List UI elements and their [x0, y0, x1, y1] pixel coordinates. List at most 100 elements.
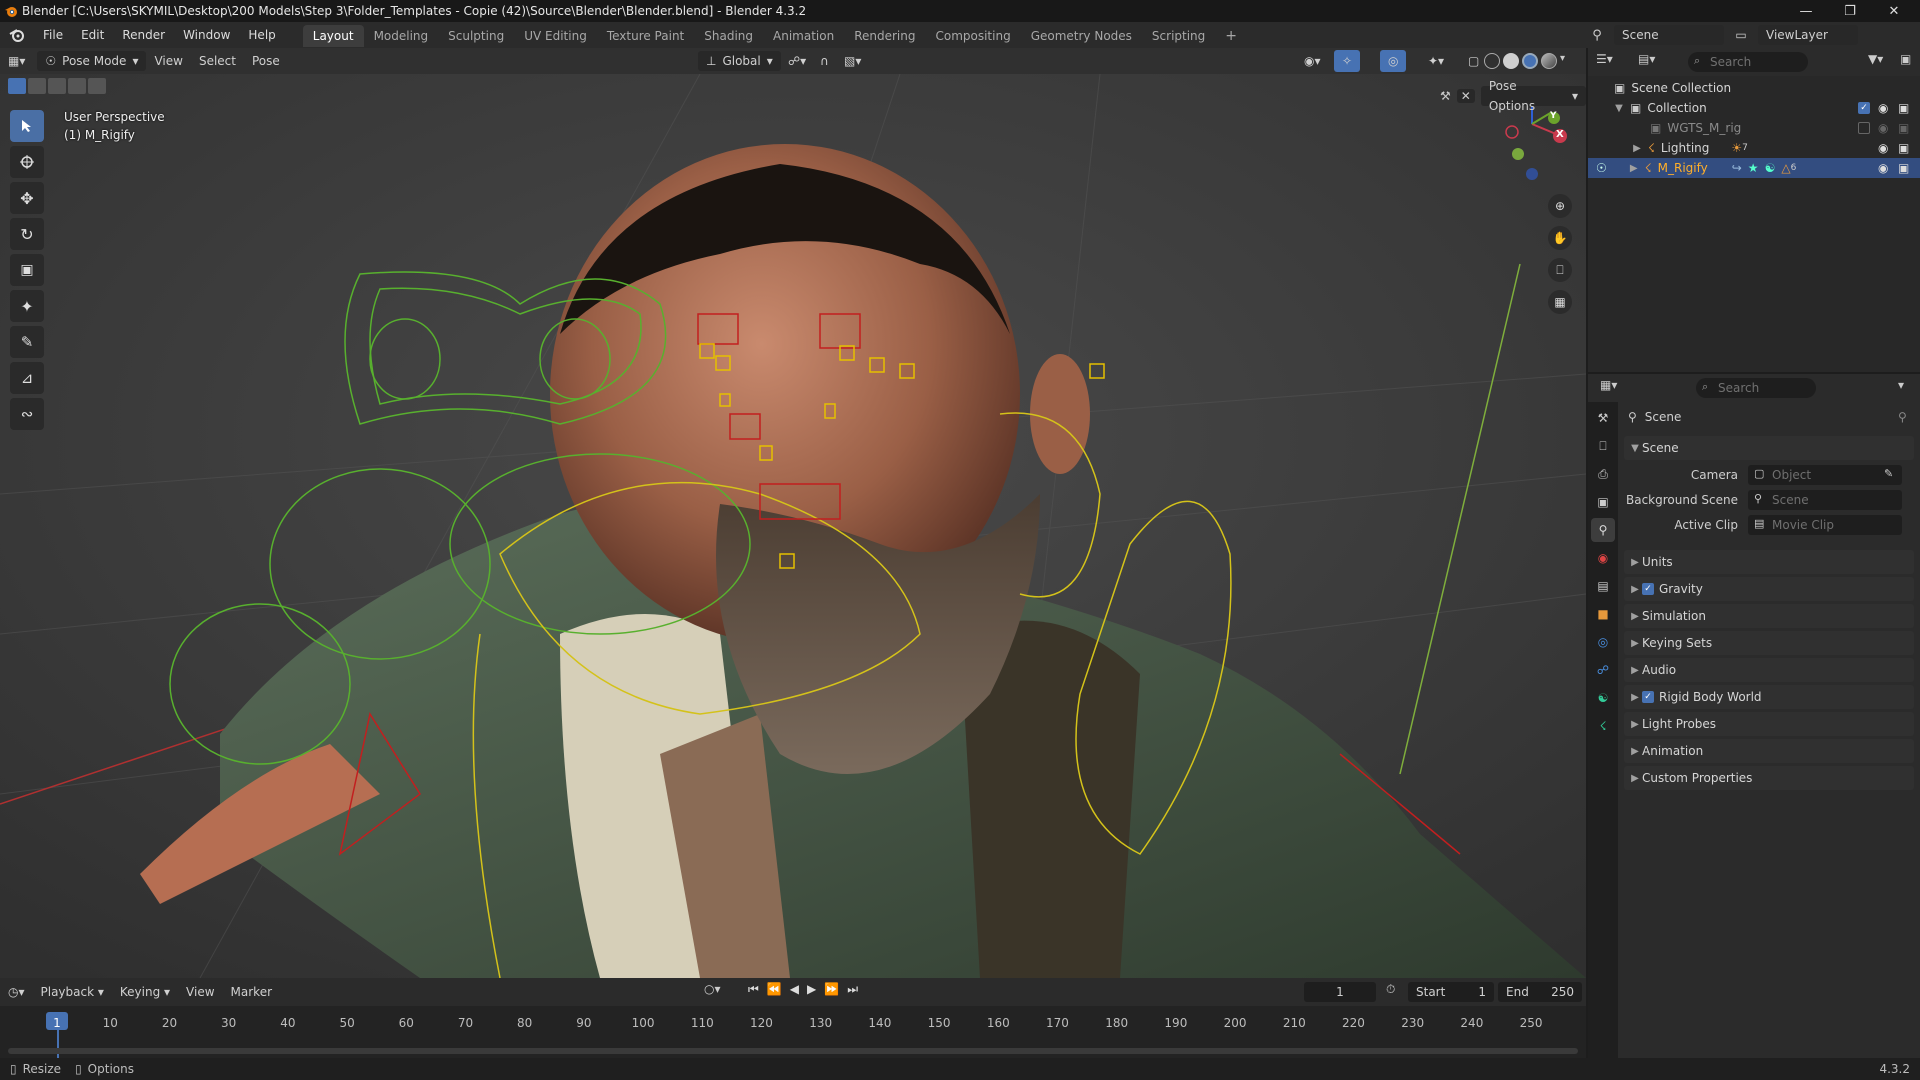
tab-modeling[interactable]: Modeling: [364, 25, 439, 47]
tab-layout[interactable]: Layout: [302, 25, 364, 47]
pose-options-dropdown[interactable]: Pose Options ▾: [1480, 79, 1586, 113]
zoom-icon[interactable]: ⊕: [1548, 194, 1572, 218]
solid-shading-icon[interactable]: [1503, 53, 1519, 69]
properties-editor-icon[interactable]: ▦▾: [1600, 378, 1617, 392]
collection-checkbox[interactable]: ✓: [1858, 102, 1870, 114]
rotate-tool-icon[interactable]: ↻: [10, 218, 44, 250]
select-new-icon[interactable]: [8, 78, 26, 94]
material-shading-icon[interactable]: [1522, 53, 1538, 69]
jump-start-icon[interactable]: ⏮: [748, 982, 759, 997]
chevron-down-icon[interactable]: ▾: [1898, 378, 1904, 392]
tab-animation[interactable]: Animation: [763, 25, 844, 47]
blender-menu-icon[interactable]: [0, 27, 34, 43]
output-tab-icon[interactable]: ⎙: [1591, 462, 1615, 486]
mode-selector[interactable]: ☉ Pose Mode ▾: [37, 51, 147, 71]
panel-light-probes[interactable]: ▶ Light Probes: [1624, 712, 1914, 736]
camera-field[interactable]: Object: [1748, 465, 1902, 485]
tab-texture-paint[interactable]: Texture Paint: [597, 25, 694, 47]
snap-target-icon[interactable]: ▧▾: [836, 50, 869, 72]
end-frame-field[interactable]: End 250: [1498, 982, 1582, 1002]
menu-file[interactable]: File: [34, 22, 72, 48]
timeline-scrollbar[interactable]: [8, 1048, 1578, 1054]
panel-keying-sets[interactable]: ▶ Keying Sets: [1624, 631, 1914, 655]
select-invert-icon[interactable]: [68, 78, 86, 94]
select-intersect-icon[interactable]: [88, 78, 106, 94]
active-clip-field[interactable]: Movie Clip: [1748, 515, 1902, 535]
rendered-shading-icon[interactable]: [1541, 53, 1557, 69]
panel-audio[interactable]: ▶ Audio: [1624, 658, 1914, 682]
measure-tool-icon[interactable]: ⊿: [10, 362, 44, 394]
outliner-row-collection[interactable]: ▼ ▣ Collection ✓ ◉ ▣: [1588, 98, 1920, 118]
camera-icon[interactable]: ▣: [1898, 161, 1909, 175]
panel-custom-properties[interactable]: ▶ Custom Properties: [1624, 766, 1914, 790]
close-icon[interactable]: ✕: [1456, 89, 1475, 103]
scene-tab-icon[interactable]: ⚲: [1591, 518, 1615, 542]
eye-icon[interactable]: ◉: [1878, 161, 1888, 175]
pan-hand-icon[interactable]: ✋: [1548, 226, 1572, 250]
wireframe-shading-icon[interactable]: [1484, 53, 1500, 69]
chevron-down-icon[interactable]: ▾: [1560, 53, 1565, 69]
relax-pose-tool-icon[interactable]: ∾: [10, 398, 44, 430]
pivot-icon[interactable]: ☍▾: [780, 50, 814, 72]
display-mode-icon[interactable]: ▤▾: [1638, 52, 1655, 66]
outliner-editor-icon[interactable]: ☰▾: [1596, 52, 1613, 66]
physics-tab-icon[interactable]: ◎: [1591, 630, 1615, 654]
editor-type-icon[interactable]: ▦▾: [0, 50, 33, 72]
minimize-button[interactable]: —: [1784, 0, 1828, 22]
visibility-icon[interactable]: ◉▾: [1296, 50, 1329, 72]
view-layer-icon[interactable]: ▭: [1730, 28, 1752, 42]
menu-marker[interactable]: Marker: [223, 981, 280, 1003]
tab-uv-editing[interactable]: UV Editing: [514, 25, 597, 47]
tab-compositing[interactable]: Compositing: [925, 25, 1020, 47]
menu-timeline-view[interactable]: View: [178, 981, 222, 1003]
select-subtract-icon[interactable]: [48, 78, 66, 94]
scene-selector[interactable]: Scene: [1614, 25, 1724, 45]
menu-edit[interactable]: Edit: [72, 22, 113, 48]
3d-viewport[interactable]: Z X Y User Perspective (1) M_Rigify ⚒ ✕ …: [0, 74, 1586, 978]
scene-icon[interactable]: ⚲: [1586, 28, 1608, 43]
snap-icon[interactable]: ∩: [812, 50, 837, 72]
filter-icon[interactable]: ▼▾: [1868, 52, 1883, 66]
tab-shading[interactable]: Shading: [694, 25, 763, 47]
menu-keying[interactable]: Keying ▾: [112, 981, 178, 1003]
lock-view-icon[interactable]: ⚒: [1440, 89, 1451, 103]
tab-rendering[interactable]: Rendering: [844, 25, 925, 47]
bone-tab-icon[interactable]: ☇: [1591, 714, 1615, 738]
gravity-checkbox[interactable]: ✓: [1642, 583, 1654, 595]
collection-tab-icon[interactable]: ▤: [1591, 574, 1615, 598]
current-frame-field[interactable]: 1: [1304, 982, 1376, 1002]
cursor-tool-icon[interactable]: [10, 146, 44, 178]
outliner-row-scene-collection[interactable]: ▣ Scene Collection: [1588, 78, 1920, 98]
render-tab-icon[interactable]: ⎕: [1591, 434, 1615, 458]
camera-icon[interactable]: ▣: [1898, 101, 1909, 115]
start-frame-field[interactable]: Start 1: [1408, 982, 1494, 1002]
outliner-row-lighting[interactable]: ▶ ☇ Lighting ☀ 7 ◉ ▣: [1588, 138, 1920, 158]
scale-tool-icon[interactable]: ▣: [10, 254, 44, 286]
menu-select[interactable]: Select: [191, 50, 244, 72]
menu-help[interactable]: Help: [239, 22, 284, 48]
panel-gravity[interactable]: ▶ ✓ Gravity: [1624, 577, 1914, 601]
menu-view[interactable]: View: [146, 50, 190, 72]
collection-checkbox[interactable]: [1858, 122, 1870, 134]
camera-icon[interactable]: ▣: [1898, 121, 1909, 135]
new-collection-icon[interactable]: ▣: [1900, 52, 1911, 66]
background-scene-field[interactable]: Scene: [1748, 490, 1902, 510]
panel-scene-header[interactable]: ▼ Scene: [1624, 436, 1914, 460]
camera-icon[interactable]: ▣: [1898, 141, 1909, 155]
select-box-tool-icon[interactable]: [10, 110, 44, 142]
auto-key-icon[interactable]: ○▾: [704, 982, 721, 996]
outliner-row-m-rigify[interactable]: ☉ ▶ ☇ M_Rigify ↪ ★ ☯ △ 6 ◉ ▣: [1588, 158, 1920, 178]
overlay-toggle-icon[interactable]: ◎: [1380, 50, 1407, 72]
eye-hidden-icon[interactable]: ◉: [1878, 121, 1888, 135]
stopwatch-icon[interactable]: ⏱: [1386, 982, 1395, 997]
gizmo-toggle-icon[interactable]: ✧: [1334, 50, 1361, 72]
panel-rigid-body-world[interactable]: ▶ ✓ Rigid Body World: [1624, 685, 1914, 709]
tab-scripting[interactable]: Scripting: [1142, 25, 1215, 47]
outliner-row-wgts[interactable]: ▣ WGTS_M_rig ◉ ▣: [1588, 118, 1920, 138]
pin-icon[interactable]: ⚲: [1898, 410, 1907, 424]
next-keyframe-icon[interactable]: ⏩: [824, 982, 839, 997]
transform-tool-icon[interactable]: ✦: [10, 290, 44, 322]
object-tab-icon[interactable]: ■: [1591, 602, 1615, 626]
rigid-body-checkbox[interactable]: ✓: [1642, 691, 1654, 703]
move-tool-icon[interactable]: ✥: [10, 182, 44, 214]
